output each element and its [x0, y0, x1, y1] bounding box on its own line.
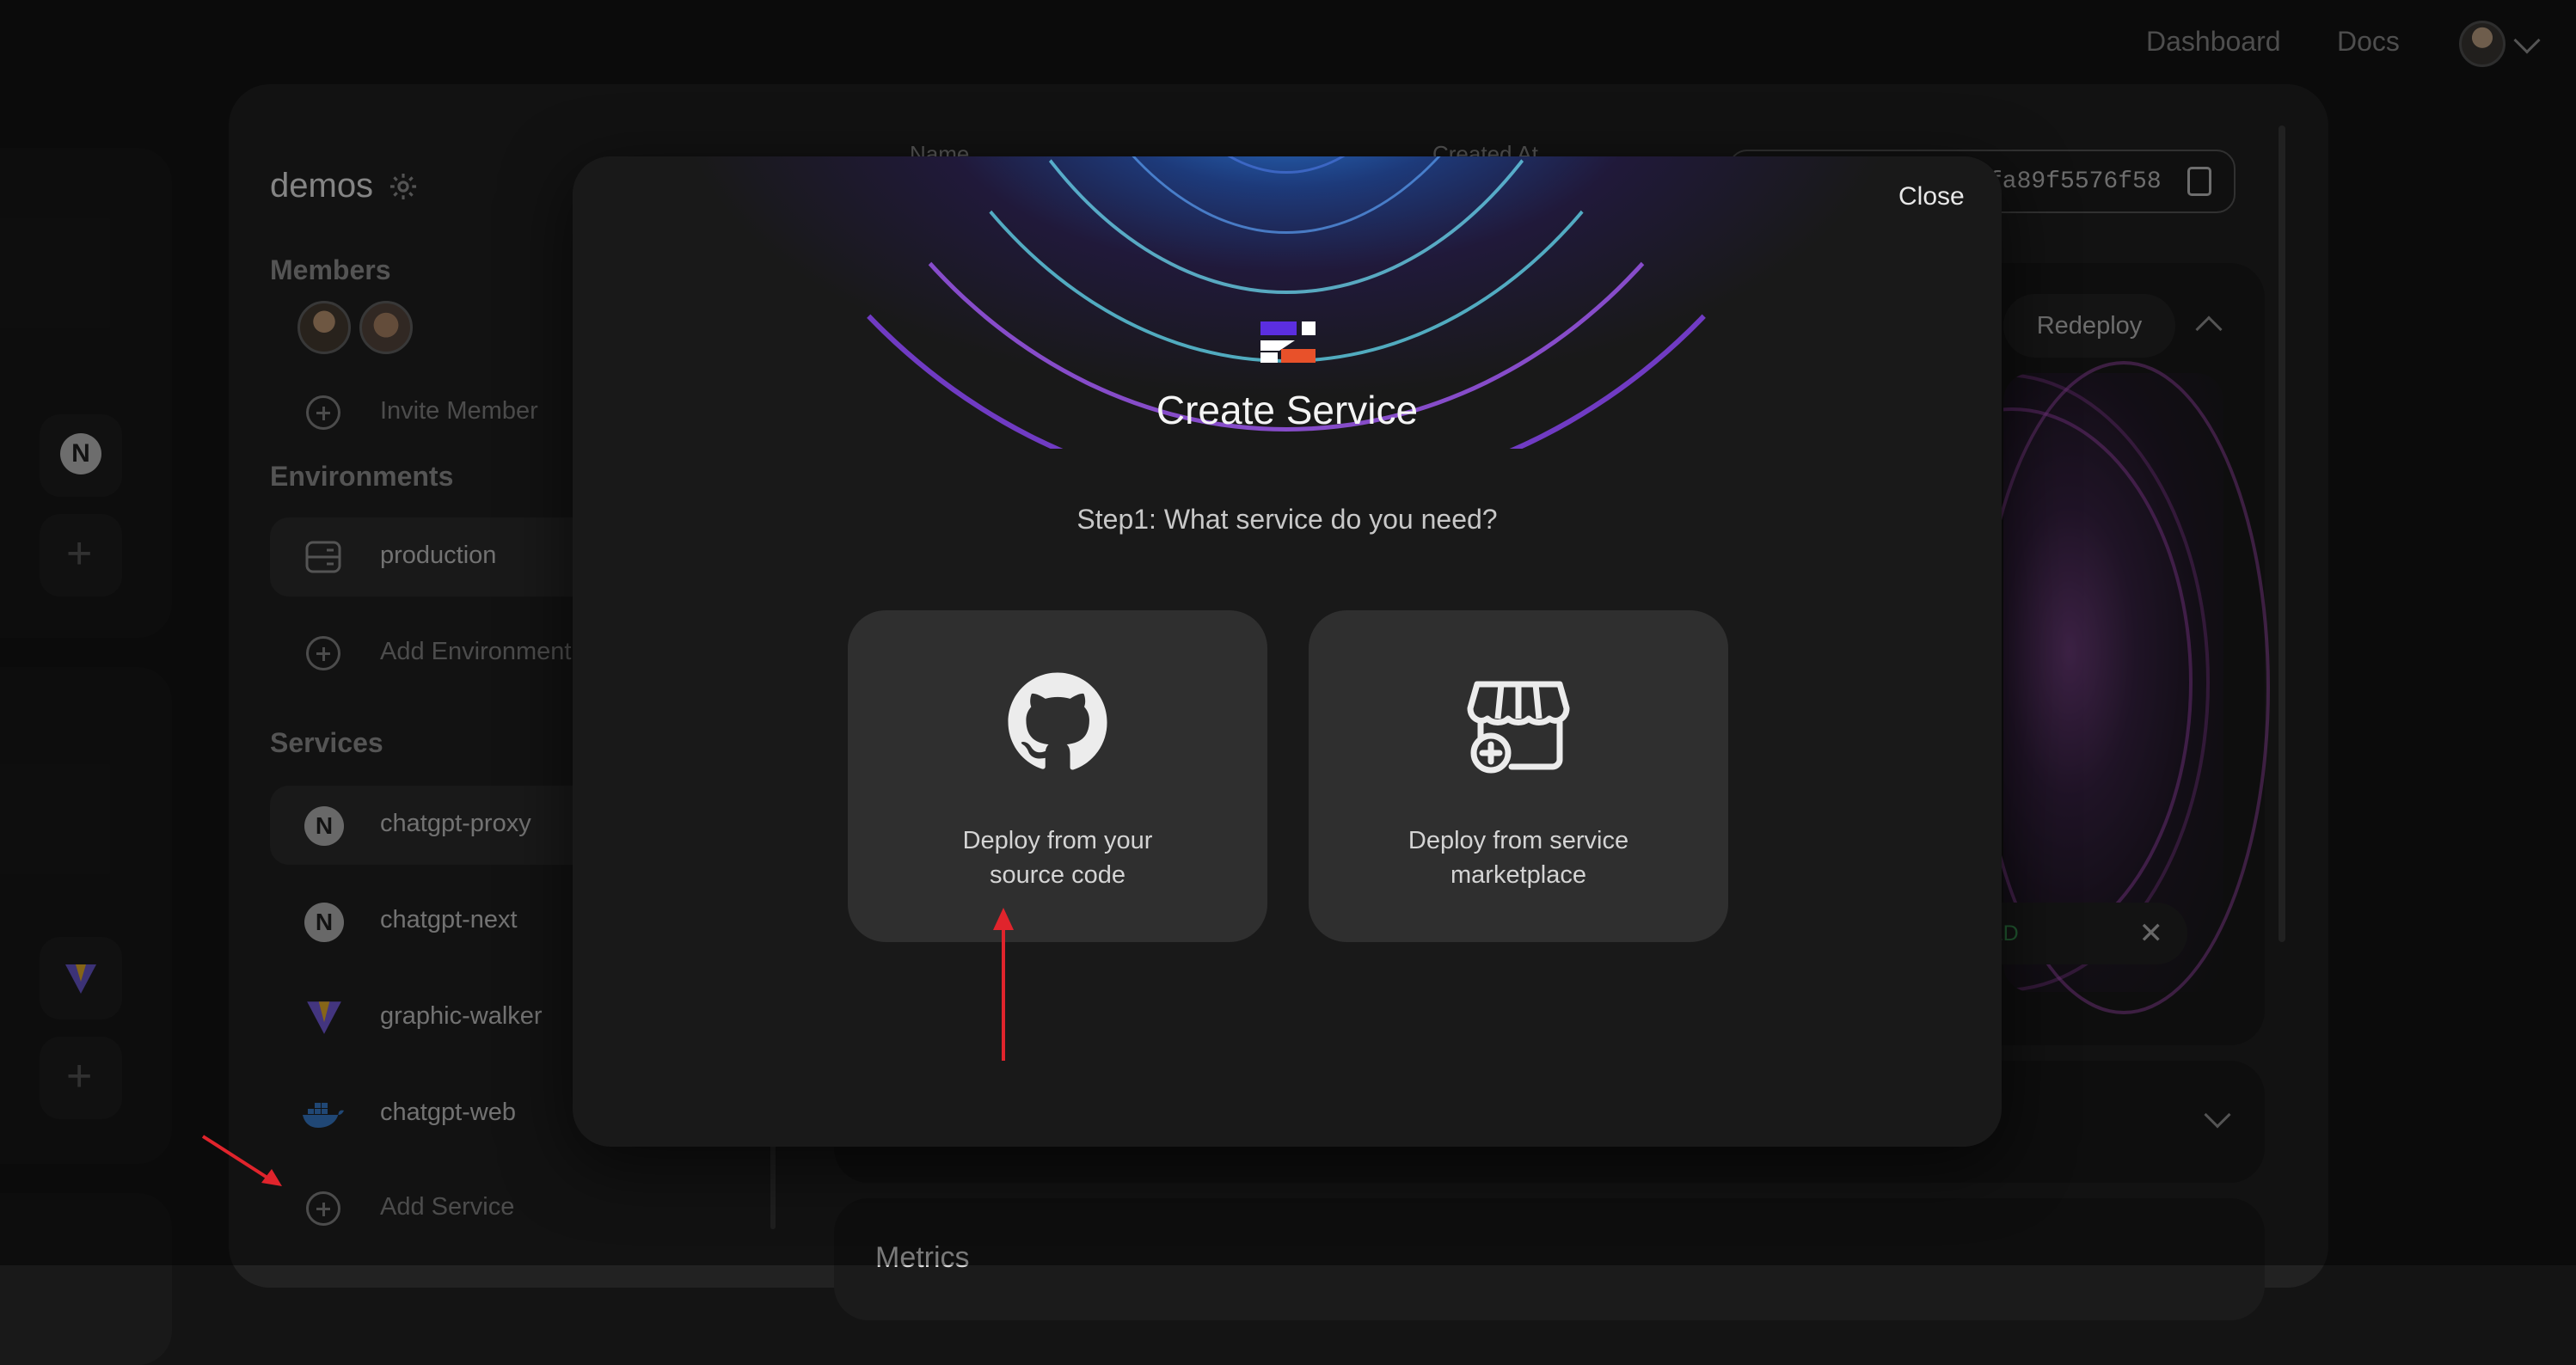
option-label: Deploy from service marketplace: [1343, 823, 1694, 892]
option-label-line: Deploy from your: [962, 827, 1153, 854]
option-label-line: marketplace: [1451, 861, 1586, 889]
option-label-line: source code: [990, 861, 1125, 889]
deploy-marketplace-option[interactable]: Deploy from service marketplace: [1309, 610, 1728, 942]
step-prompt: Step1: What service do you need?: [1076, 504, 1498, 535]
marketplace-icon: [1467, 681, 1570, 774]
option-label-line: Deploy from service: [1408, 827, 1629, 854]
deploy-source-code-option[interactable]: Deploy from your source code: [848, 610, 1267, 942]
modal-title: Create Service: [1156, 388, 1419, 432]
option-label: Deploy from your source code: [882, 823, 1233, 892]
zeabur-logo-icon: [1260, 321, 1316, 363]
close-button[interactable]: Close: [1898, 182, 1965, 211]
create-service-modal: Close Create Service Step1: What service…: [573, 156, 2002, 1147]
github-icon: [1008, 672, 1107, 770]
